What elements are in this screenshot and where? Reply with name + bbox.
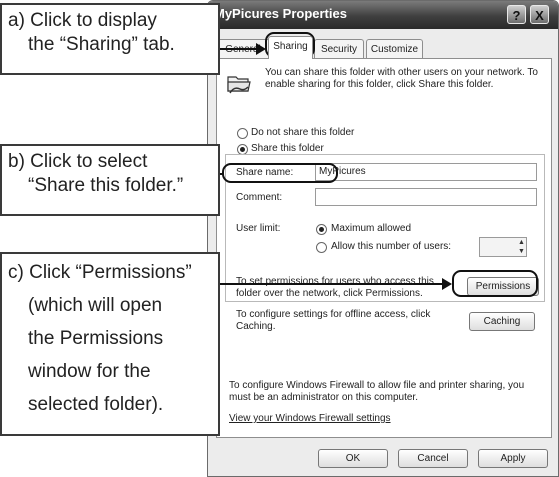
permissions-highlight bbox=[452, 270, 538, 297]
firewall-settings-link[interactable]: View your Windows Firewall settings bbox=[229, 413, 391, 424]
tab-sharing[interactable]: Sharing bbox=[268, 36, 313, 59]
maximum-allowed-label: Maximum allowed bbox=[331, 223, 412, 234]
caching-description: To configure settings for offline access… bbox=[236, 309, 431, 332]
apply-button[interactable]: Apply bbox=[478, 449, 548, 468]
ok-button[interactable]: OK bbox=[318, 449, 388, 468]
do-not-share-label: Do not share this folder bbox=[251, 127, 355, 138]
allow-number-label: Allow this number of users: bbox=[331, 241, 452, 252]
callout-b-line1: b) Click to select bbox=[8, 151, 148, 172]
callout-c-line1: c) Click “Permissions” bbox=[8, 262, 192, 283]
maximum-allowed-radio[interactable] bbox=[316, 224, 327, 235]
callout-a-line1: a) Click to display bbox=[8, 10, 157, 31]
comment-input[interactable] bbox=[315, 188, 537, 206]
callout-c-line2: (which will open bbox=[28, 295, 163, 316]
share-name-input[interactable]: MyPicures bbox=[315, 163, 537, 181]
sharing-description: You can share this folder with other use… bbox=[265, 67, 538, 90]
arrowhead-a-icon bbox=[256, 43, 266, 55]
callout-c-line4: window for the bbox=[28, 361, 151, 382]
title-bar[interactable]: MyPicures Properties ? X bbox=[208, 1, 558, 29]
shared-folder-icon bbox=[227, 76, 251, 94]
allow-number-radio[interactable] bbox=[316, 242, 327, 253]
cancel-button[interactable]: Cancel bbox=[398, 449, 468, 468]
spinner-arrows-icon[interactable]: ▲ ▼ bbox=[517, 238, 526, 256]
close-button[interactable]: X bbox=[530, 5, 549, 24]
callout-b-arrow bbox=[220, 173, 224, 175]
callout-c-arrow bbox=[220, 283, 446, 285]
firewall-description: To configure Windows Firewall to allow f… bbox=[229, 380, 525, 403]
callout-b: b) Click to select “Share this folder.” bbox=[0, 144, 220, 216]
user-limit-label: User limit: bbox=[236, 223, 281, 234]
callout-c-line5: selected folder). bbox=[28, 394, 164, 415]
callout-a-line2: the “Sharing” tab. bbox=[28, 34, 175, 55]
callout-a: a) Click to display the “Sharing” tab. bbox=[0, 3, 220, 75]
help-button[interactable]: ? bbox=[507, 5, 526, 24]
dialog-title: MyPicures Properties bbox=[214, 6, 347, 21]
comment-label: Comment: bbox=[236, 192, 283, 203]
permissions-description: To set permissions for users who access … bbox=[236, 276, 434, 299]
share-folder-highlight bbox=[222, 163, 338, 183]
arrowhead-c-icon bbox=[442, 278, 452, 290]
caching-button[interactable]: Caching bbox=[469, 312, 535, 331]
callout-c: c) Click “Permissions” (which will open … bbox=[0, 252, 220, 436]
callout-c-line3: the Permissions bbox=[28, 328, 164, 349]
properties-dialog: MyPicures Properties ? X General Sharing… bbox=[207, 0, 559, 477]
tab-customize[interactable]: Customize bbox=[366, 39, 423, 58]
tab-security[interactable]: Security bbox=[314, 39, 364, 58]
do-not-share-radio[interactable] bbox=[237, 128, 248, 139]
sharing-panel: You can share this folder with other use… bbox=[216, 58, 552, 438]
callout-b-line2: “Share this folder.” bbox=[28, 175, 184, 196]
